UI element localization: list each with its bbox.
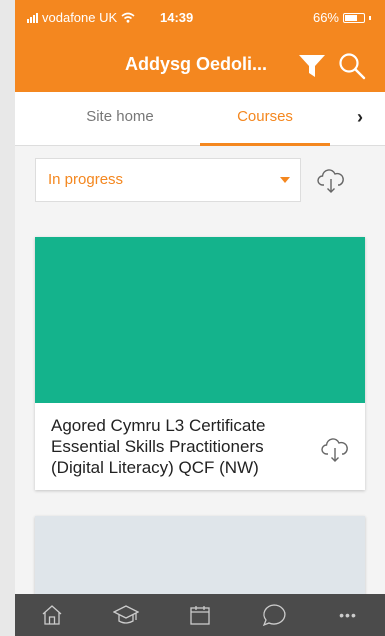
search-icon[interactable]: [338, 52, 366, 80]
tabs-next-button[interactable]: ›: [345, 92, 375, 146]
app-screen: vodafone UK 14:39 66% Addysg Oedoli... S…: [15, 0, 385, 636]
tab-bar: Site home Courses ›: [15, 92, 385, 146]
battery-icon: [343, 12, 365, 23]
course-filter-select[interactable]: In progress: [35, 158, 301, 202]
filter-icon[interactable]: [298, 54, 326, 78]
signal-icon: [27, 12, 38, 23]
carrier-indicator: vodafone UK: [27, 10, 135, 25]
more-icon[interactable]: •••: [328, 598, 368, 632]
course-filter-value: In progress: [48, 171, 124, 188]
app-header: Addysg Oedoli...: [15, 40, 385, 92]
tab-courses[interactable]: Courses: [200, 92, 330, 146]
clock: 14:39: [160, 10, 194, 25]
course-card[interactable]: Agored Cymru L3 Certificate Essential Sk…: [35, 237, 365, 490]
caret-down-icon: [280, 177, 290, 183]
chat-bubble-icon: [262, 604, 286, 627]
nav-calendar[interactable]: [180, 598, 220, 632]
battery-indicator: 66%: [313, 10, 371, 25]
page-title: Addysg Oedoli...: [125, 54, 268, 74]
cloud-download-icon[interactable]: [321, 437, 349, 463]
calendar-icon: [190, 606, 210, 625]
course-name: Agored Cymru L3 Certificate Essential Sk…: [51, 416, 266, 477]
nav-home[interactable]: [32, 598, 72, 632]
status-bar: vodafone UK 14:39 66%: [15, 0, 385, 40]
course-image: [35, 237, 365, 403]
nav-courses[interactable]: [106, 598, 146, 632]
wifi-icon: [121, 12, 135, 23]
graduation-cap-icon: [113, 605, 139, 624]
bottom-nav: •••: [15, 594, 385, 636]
battery-percent: 66%: [312, 10, 339, 25]
cloud-download-icon[interactable]: [317, 168, 345, 194]
nav-messages[interactable]: [254, 598, 294, 632]
tab-site-home[interactable]: Site home: [55, 92, 185, 146]
carrier-name: vodafone UK: [42, 10, 118, 25]
home-icon: [42, 605, 62, 625]
